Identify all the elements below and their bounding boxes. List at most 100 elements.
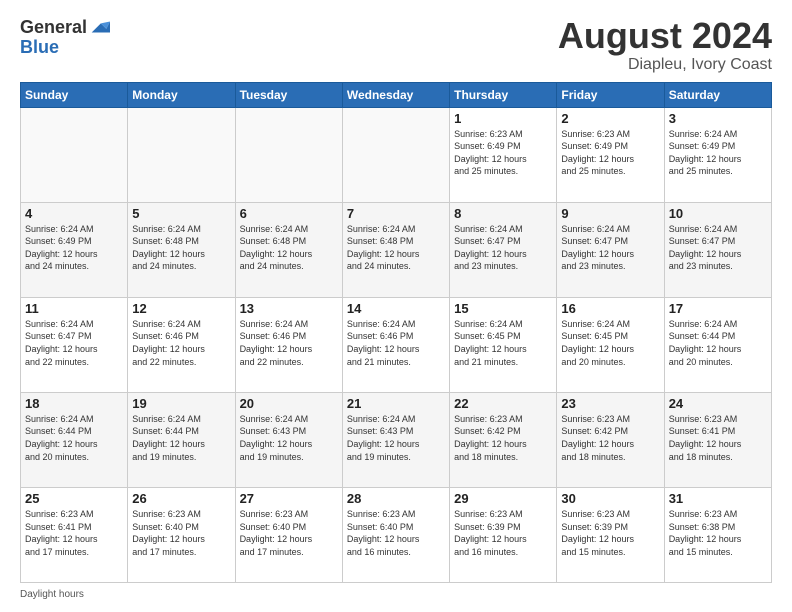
table-row: 18Sunrise: 6:24 AM Sunset: 6:44 PM Dayli… xyxy=(21,392,128,487)
table-row: 4Sunrise: 6:24 AM Sunset: 6:49 PM Daylig… xyxy=(21,202,128,297)
day-number: 10 xyxy=(669,206,767,221)
day-info: Sunrise: 6:23 AM Sunset: 6:49 PM Dayligh… xyxy=(454,128,552,178)
table-row: 31 Sunrise: 6:23 AM Sunset: 6:38 PM Dayli… xyxy=(664,487,771,582)
table-row: 6Sunrise: 6:24 AM Sunset: 6:48 PM Daylig… xyxy=(235,202,342,297)
calendar-week-row: 4Sunrise: 6:24 AM Sunset: 6:49 PM Daylig… xyxy=(21,202,772,297)
header: General Blue August 2024 Diapleu, Ivory … xyxy=(20,16,772,74)
table-row: 1 Sunrise: 6:23 AM Sunset: 6:49 PM Daylig… xyxy=(450,107,557,202)
day-number: 19 xyxy=(132,396,230,411)
day-info: Sunrise: 6:23 AM Sunset: 6:40 PM Dayligh… xyxy=(132,508,230,558)
day-info: Sunrise: 6:24 AM Sunset: 6:46 PM Dayligh… xyxy=(347,318,445,368)
day-number: 20 xyxy=(240,396,338,411)
day-info: Sunrise: 6:23 AM Sunset: 6:40 PM Dayligh… xyxy=(240,508,338,558)
day-info: Sunrise: 6:23 AM Sunset: 6:41 PM Dayligh… xyxy=(25,508,123,558)
day-info: Sunrise: 6:24 AM Sunset: 6:43 PM Dayligh… xyxy=(240,413,338,463)
table-row: 2Sunrise: 6:23 AM Sunset: 6:49 PM Daylig… xyxy=(557,107,664,202)
footer-text: Daylight hours xyxy=(20,589,84,600)
day-number: 31 xyxy=(669,491,767,506)
table-row xyxy=(342,107,449,202)
day-number: 2 xyxy=(561,111,659,126)
day-info: Sunrise: 6:24 AM Sunset: 6:46 PM Dayligh… xyxy=(132,318,230,368)
col-saturday: Saturday xyxy=(664,82,771,107)
calendar-table: Sunday Monday Tuesday Wednesday Thursday… xyxy=(20,82,772,583)
title-area: August 2024 Diapleu, Ivory Coast xyxy=(558,16,772,74)
day-info: Sunrise: 6:24 AM Sunset: 6:49 PM Dayligh… xyxy=(669,128,767,178)
logo: General Blue xyxy=(20,16,110,56)
table-row: 19 Sunrise: 6:24 AM Sunset: 6:44 PM Dayli… xyxy=(128,392,235,487)
table-row: 25 Sunrise: 6:23 AM Sunset: 6:41 PM Dayli… xyxy=(21,487,128,582)
day-info: Sunrise: 6:24 AM Sunset: 6:44 PM Dayligh… xyxy=(132,413,230,463)
col-friday: Friday xyxy=(557,82,664,107)
day-number: 21 xyxy=(347,396,445,411)
table-row: 29 Sunrise: 6:23 AM Sunset: 6:39 PM Dayli… xyxy=(450,487,557,582)
col-tuesday: Tuesday xyxy=(235,82,342,107)
col-wednesday: Wednesday xyxy=(342,82,449,107)
day-info: Sunrise: 6:24 AM Sunset: 6:47 PM Dayligh… xyxy=(454,223,552,273)
day-info: Sunrise: 6:24 AM Sunset: 6:49 PM Dayligh… xyxy=(25,223,123,273)
day-number: 26 xyxy=(132,491,230,506)
page-title: August 2024 xyxy=(558,16,772,56)
table-row: 12 Sunrise: 6:24 AM Sunset: 6:46 PM Dayli… xyxy=(128,297,235,392)
day-info: Sunrise: 6:24 AM Sunset: 6:48 PM Dayligh… xyxy=(132,223,230,273)
table-row: 17 Sunrise: 6:24 AM Sunset: 6:44 PM Dayli… xyxy=(664,297,771,392)
day-number: 28 xyxy=(347,491,445,506)
day-number: 14 xyxy=(347,301,445,316)
table-row: 9 Sunrise: 6:24 AM Sunset: 6:47 PM Daylig… xyxy=(557,202,664,297)
day-info: Sunrise: 6:23 AM Sunset: 6:41 PM Dayligh… xyxy=(669,413,767,463)
logo-icon xyxy=(88,16,110,38)
day-number: 22 xyxy=(454,396,552,411)
table-row: 24Sunrise: 6:23 AM Sunset: 6:41 PM Dayli… xyxy=(664,392,771,487)
calendar-week-row: 1 Sunrise: 6:23 AM Sunset: 6:49 PM Daylig… xyxy=(21,107,772,202)
day-info: Sunrise: 6:24 AM Sunset: 6:43 PM Dayligh… xyxy=(347,413,445,463)
day-info: Sunrise: 6:24 AM Sunset: 6:45 PM Dayligh… xyxy=(561,318,659,368)
col-monday: Monday xyxy=(128,82,235,107)
day-number: 27 xyxy=(240,491,338,506)
logo-blue-text: Blue xyxy=(20,38,110,56)
day-number: 17 xyxy=(669,301,767,316)
col-thursday: Thursday xyxy=(450,82,557,107)
table-row xyxy=(128,107,235,202)
calendar-week-row: 18 Sunrise: 6:24 AM Sunset: 6:44 PM Dayli… xyxy=(21,392,772,487)
day-number: 7 xyxy=(347,206,445,221)
day-number: 5 xyxy=(132,206,230,221)
day-info: Sunrise: 6:24 AM Sunset: 6:45 PM Dayligh… xyxy=(454,318,552,368)
day-info: Sunrise: 6:24 AM Sunset: 6:47 PM Dayligh… xyxy=(669,223,767,273)
day-number: 1 xyxy=(454,111,552,126)
day-number: 9 xyxy=(561,206,659,221)
day-number: 8 xyxy=(454,206,552,221)
day-info: Sunrise: 6:24 AM Sunset: 6:44 PM Dayligh… xyxy=(669,318,767,368)
day-info: Sunrise: 6:24 AM Sunset: 6:47 PM Dayligh… xyxy=(25,318,123,368)
day-info: Sunrise: 6:23 AM Sunset: 6:42 PM Dayligh… xyxy=(454,413,552,463)
calendar-header-row: Sunday Monday Tuesday Wednesday Thursday… xyxy=(21,82,772,107)
table-row: 20 Sunrise: 6:24 AM Sunset: 6:43 PM Dayli… xyxy=(235,392,342,487)
day-info: Sunrise: 6:23 AM Sunset: 6:39 PM Dayligh… xyxy=(454,508,552,558)
day-info: Sunrise: 6:23 AM Sunset: 6:38 PM Dayligh… xyxy=(669,508,767,558)
day-number: 25 xyxy=(25,491,123,506)
table-row: 26 Sunrise: 6:23 AM Sunset: 6:40 PM Dayli… xyxy=(128,487,235,582)
col-sunday: Sunday xyxy=(21,82,128,107)
day-info: Sunrise: 6:23 AM Sunset: 6:39 PM Dayligh… xyxy=(561,508,659,558)
day-number: 15 xyxy=(454,301,552,316)
table-row: 10 Sunrise: 6:24 AM Sunset: 6:47 PM Dayli… xyxy=(664,202,771,297)
day-number: 29 xyxy=(454,491,552,506)
footer: Daylight hours xyxy=(20,589,772,600)
day-number: 18 xyxy=(25,396,123,411)
table-row: 11Sunrise: 6:24 AM Sunset: 6:47 PM Dayli… xyxy=(21,297,128,392)
logo-general-text: General xyxy=(20,18,87,36)
table-row: 5 Sunrise: 6:24 AM Sunset: 6:48 PM Daylig… xyxy=(128,202,235,297)
day-info: Sunrise: 6:23 AM Sunset: 6:42 PM Dayligh… xyxy=(561,413,659,463)
day-number: 30 xyxy=(561,491,659,506)
day-number: 12 xyxy=(132,301,230,316)
day-info: Sunrise: 6:24 AM Sunset: 6:48 PM Dayligh… xyxy=(347,223,445,273)
table-row: 13Sunrise: 6:24 AM Sunset: 6:46 PM Dayli… xyxy=(235,297,342,392)
day-number: 23 xyxy=(561,396,659,411)
table-row: 14 Sunrise: 6:24 AM Sunset: 6:46 PM Dayli… xyxy=(342,297,449,392)
calendar-week-row: 11Sunrise: 6:24 AM Sunset: 6:47 PM Dayli… xyxy=(21,297,772,392)
table-row: 28 Sunrise: 6:23 AM Sunset: 6:40 PM Dayli… xyxy=(342,487,449,582)
table-row xyxy=(21,107,128,202)
table-row: 8 Sunrise: 6:24 AM Sunset: 6:47 PM Daylig… xyxy=(450,202,557,297)
day-info: Sunrise: 6:24 AM Sunset: 6:47 PM Dayligh… xyxy=(561,223,659,273)
day-info: Sunrise: 6:24 AM Sunset: 6:48 PM Dayligh… xyxy=(240,223,338,273)
day-info: Sunrise: 6:23 AM Sunset: 6:40 PM Dayligh… xyxy=(347,508,445,558)
table-row: 3Sunrise: 6:24 AM Sunset: 6:49 PM Daylig… xyxy=(664,107,771,202)
